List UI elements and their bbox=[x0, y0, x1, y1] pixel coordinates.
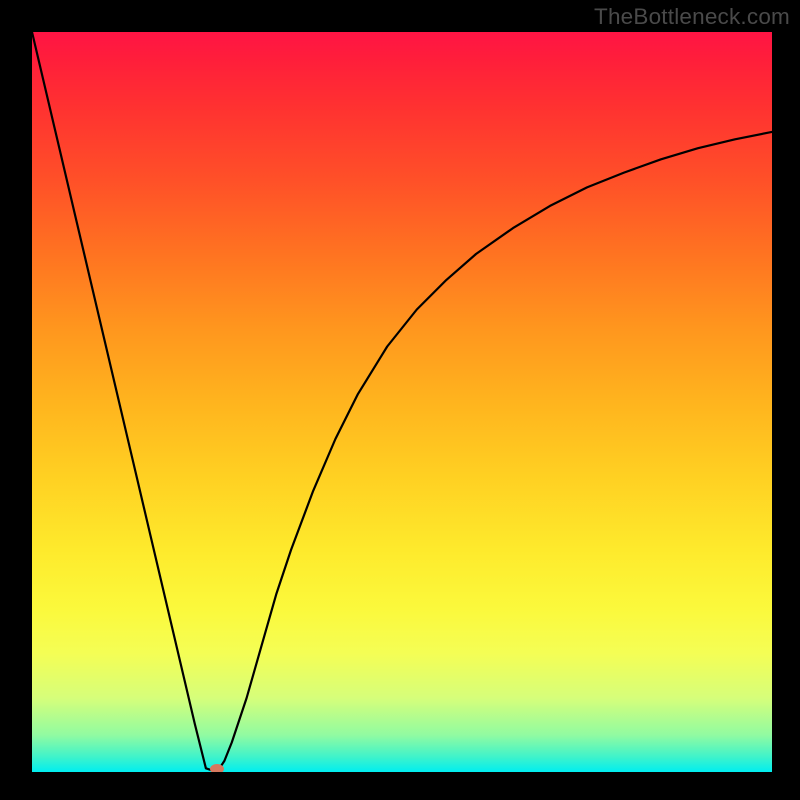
plot-area bbox=[32, 32, 772, 772]
bottleneck-curve bbox=[32, 32, 772, 772]
curve-layer bbox=[32, 32, 772, 772]
chart-frame: TheBottleneck.com bbox=[0, 0, 800, 800]
watermark-text: TheBottleneck.com bbox=[594, 4, 790, 30]
